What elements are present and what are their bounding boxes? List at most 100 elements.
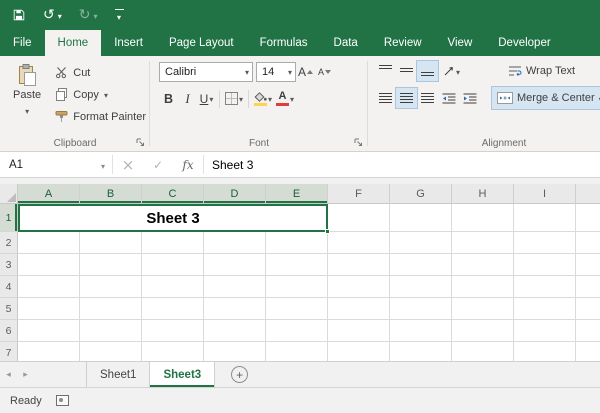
- cell[interactable]: [204, 276, 266, 298]
- font-size-dropdown-icon[interactable]: [288, 65, 292, 78]
- cut-button[interactable]: Cut: [55, 62, 146, 83]
- cell[interactable]: [390, 298, 452, 320]
- cell[interactable]: [328, 232, 390, 254]
- sheet-nav-right-icon[interactable]: [17, 362, 34, 387]
- orientation-dropdown-icon[interactable]: [456, 65, 460, 78]
- align-center-button[interactable]: [396, 88, 417, 108]
- orientation-button[interactable]: [438, 61, 465, 81]
- fill-handle[interactable]: [325, 229, 330, 234]
- font-size-combo[interactable]: 14: [256, 62, 296, 82]
- font-name-dropdown-icon[interactable]: [245, 65, 249, 78]
- cell[interactable]: [514, 232, 576, 254]
- cell[interactable]: [266, 232, 328, 254]
- decrease-indent-button[interactable]: [438, 88, 459, 108]
- cell[interactable]: [18, 276, 80, 298]
- cell[interactable]: [142, 232, 204, 254]
- font-name-combo[interactable]: Calibri: [159, 62, 253, 82]
- cell[interactable]: [452, 342, 514, 361]
- row-header-5[interactable]: 5: [0, 298, 18, 320]
- tab-developer[interactable]: Developer: [485, 30, 563, 56]
- redo-button[interactable]: [79, 8, 98, 22]
- cell[interactable]: [576, 254, 600, 276]
- cell[interactable]: [328, 276, 390, 298]
- align-left-button[interactable]: [375, 88, 396, 108]
- cell[interactable]: [390, 254, 452, 276]
- paste-dropdown-icon[interactable]: [25, 104, 29, 117]
- font-color-dropdown-icon[interactable]: [290, 92, 294, 105]
- column-header-b[interactable]: B: [80, 184, 142, 204]
- cell[interactable]: [204, 232, 266, 254]
- align-bottom-button[interactable]: [417, 61, 438, 81]
- enter-icon[interactable]: [143, 152, 173, 177]
- row-header-3[interactable]: 3: [0, 254, 18, 276]
- cell-h1[interactable]: [452, 204, 514, 232]
- cell[interactable]: [80, 320, 142, 342]
- underline-dropdown-icon[interactable]: [209, 92, 213, 105]
- underline-button[interactable]: U: [197, 88, 216, 109]
- cell[interactable]: [576, 232, 600, 254]
- cell[interactable]: [80, 232, 142, 254]
- save-icon[interactable]: [12, 8, 26, 22]
- cell[interactable]: [18, 298, 80, 320]
- tab-file[interactable]: File: [0, 30, 45, 56]
- row-header-7[interactable]: 7: [0, 342, 18, 361]
- shrink-font-button[interactable]: A: [315, 61, 334, 82]
- cell[interactable]: [266, 298, 328, 320]
- fill-color-dropdown-icon[interactable]: [268, 92, 272, 105]
- tab-view[interactable]: View: [435, 30, 486, 56]
- cell[interactable]: [80, 342, 142, 361]
- new-sheet-button[interactable]: +: [231, 366, 248, 383]
- cell[interactable]: [142, 276, 204, 298]
- copy-button[interactable]: Copy: [55, 84, 146, 105]
- cell[interactable]: [576, 320, 600, 342]
- select-all-corner[interactable]: [0, 184, 18, 204]
- cell[interactable]: [142, 298, 204, 320]
- cell[interactable]: [328, 320, 390, 342]
- column-header-a[interactable]: A: [18, 184, 80, 204]
- undo-button[interactable]: [43, 8, 62, 22]
- align-top-button[interactable]: [375, 61, 396, 81]
- cell[interactable]: [576, 276, 600, 298]
- cell[interactable]: [18, 342, 80, 361]
- sheet-tab-sheet1[interactable]: Sheet1: [86, 362, 150, 387]
- cell[interactable]: [80, 298, 142, 320]
- paste-button[interactable]: Paste: [6, 60, 48, 127]
- column-header-g[interactable]: G: [390, 184, 452, 204]
- clipboard-dialog-launcher-icon[interactable]: [136, 138, 146, 148]
- cell[interactable]: [576, 298, 600, 320]
- cell[interactable]: [452, 232, 514, 254]
- cell[interactable]: [204, 320, 266, 342]
- borders-button[interactable]: [223, 88, 245, 109]
- tab-data[interactable]: Data: [321, 30, 371, 56]
- cell[interactable]: [204, 298, 266, 320]
- macro-record-icon[interactable]: [56, 395, 69, 406]
- sheet-tab-sheet3[interactable]: Sheet3: [150, 362, 215, 387]
- cell[interactable]: [328, 298, 390, 320]
- cell[interactable]: [80, 254, 142, 276]
- cell[interactable]: [18, 320, 80, 342]
- tab-page-layout[interactable]: Page Layout: [156, 30, 247, 56]
- column-header-h[interactable]: H: [452, 184, 514, 204]
- row-header-4[interactable]: 4: [0, 276, 18, 298]
- cell[interactable]: [390, 232, 452, 254]
- insert-function-button[interactable]: fx: [173, 152, 203, 177]
- row-header-2[interactable]: 2: [0, 232, 18, 254]
- column-header-e[interactable]: E: [266, 184, 328, 204]
- font-dialog-launcher-icon[interactable]: [354, 138, 364, 148]
- cell[interactable]: [514, 276, 576, 298]
- wrap-text-button[interactable]: Wrap Text: [505, 60, 578, 82]
- column-header-i[interactable]: I: [514, 184, 576, 204]
- cell[interactable]: [142, 342, 204, 361]
- increase-indent-button[interactable]: [459, 88, 480, 108]
- borders-dropdown-icon[interactable]: [239, 92, 243, 105]
- cell[interactable]: [452, 276, 514, 298]
- align-middle-button[interactable]: [396, 61, 417, 81]
- tab-formulas[interactable]: Formulas: [247, 30, 321, 56]
- cell[interactable]: [80, 276, 142, 298]
- undo-dropdown-icon[interactable]: [58, 10, 62, 21]
- customize-quick-access-icon[interactable]: [115, 9, 124, 22]
- formula-input[interactable]: Sheet 3: [204, 152, 600, 177]
- align-right-button[interactable]: [417, 88, 438, 108]
- name-box[interactable]: A1: [0, 152, 112, 177]
- cell[interactable]: [266, 342, 328, 361]
